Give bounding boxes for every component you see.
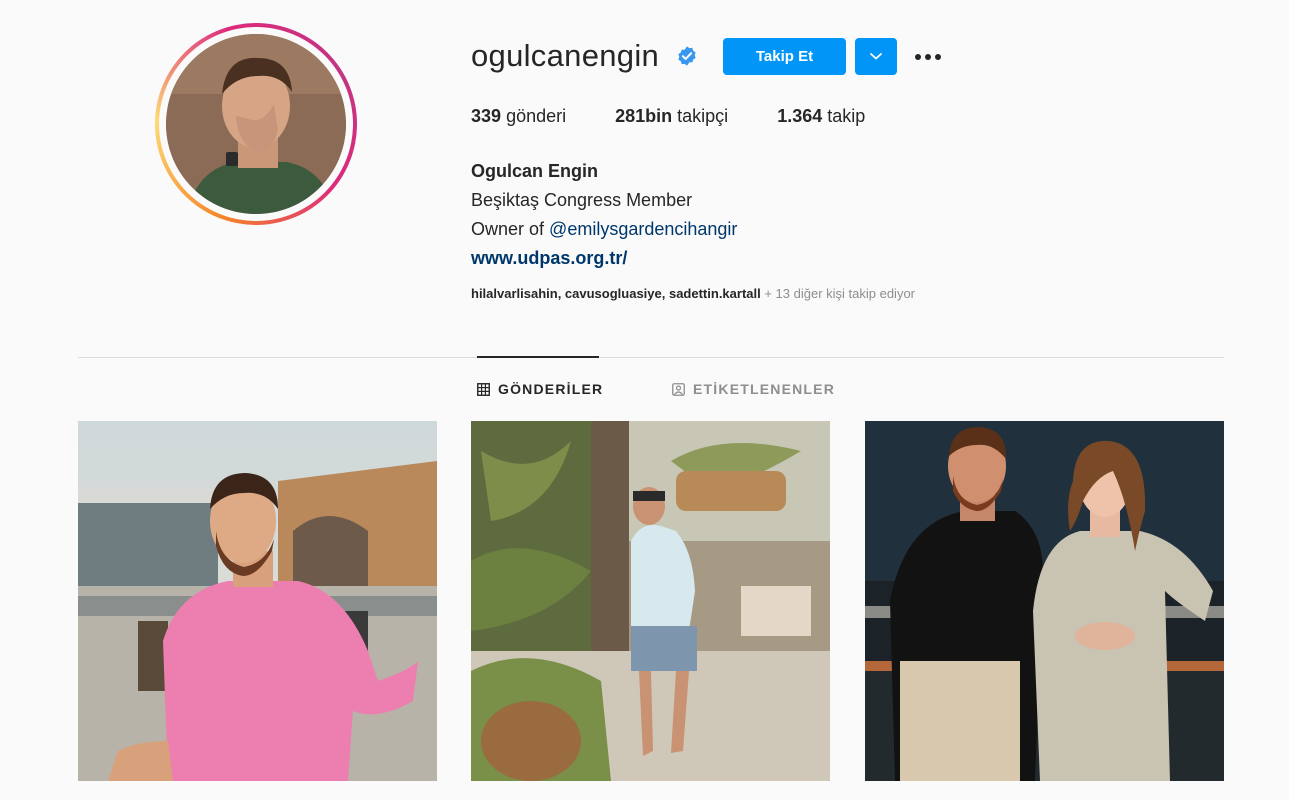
followed-by-names: hilalvarlisahin, cavusogluasiye, sadetti… xyxy=(471,286,761,301)
tab-tagged[interactable]: ETİKETLENENLER xyxy=(672,381,835,397)
active-tab-indicator xyxy=(477,356,599,358)
suggested-dropdown-button[interactable] xyxy=(855,38,897,75)
full-name: Ogulcan Engin xyxy=(471,161,599,181)
following-label: takip xyxy=(827,106,866,126)
grid-icon xyxy=(477,382,490,396)
bio: Ogulcan Engin Beşiktaş Congress Member O… xyxy=(471,157,737,273)
bio-line-2-prefix: Owner of xyxy=(471,219,545,239)
more-options-icon[interactable] xyxy=(912,44,944,70)
photo-man-palm-garden xyxy=(471,421,830,781)
follow-button[interactable]: Takip Et xyxy=(723,38,846,75)
following-stat[interactable]: 1.364 takip xyxy=(777,106,865,127)
avatar-gap xyxy=(159,27,353,221)
post-thumbnail-1[interactable] xyxy=(78,421,437,781)
photo-man-pink-shirt-restaurant xyxy=(78,421,437,781)
followed-by[interactable]: hilalvarlisahin, cavusogluasiye, sadetti… xyxy=(471,286,915,301)
tabs-divider xyxy=(78,357,1224,358)
tab-posts[interactable]: GÖNDERİLER xyxy=(477,381,603,397)
bio-mention-link[interactable]: @emilysgardencihangir xyxy=(549,219,737,239)
tab-tagged-label: ETİKETLENENLER xyxy=(693,381,836,397)
posts-label: gönderi xyxy=(506,106,567,126)
followers-count: 281bin xyxy=(615,106,673,126)
chevron-down-icon xyxy=(870,53,882,60)
following-count: 1.364 xyxy=(777,106,823,126)
posts-count: 339 xyxy=(471,106,502,126)
followers-label: takipçi xyxy=(677,106,729,126)
followed-by-more: + 13 diğer kişi takip ediyor xyxy=(760,286,916,301)
followers-stat[interactable]: 281bin takipçi xyxy=(615,106,728,127)
username: ogulcanengin xyxy=(471,38,660,73)
avatar[interactable] xyxy=(166,34,346,214)
profile-stats: 339 gönderi 281bin takipçi 1.364 takip xyxy=(471,106,914,127)
website-link[interactable]: www.udpas.org.tr/ xyxy=(471,244,737,273)
avatar-photo xyxy=(166,34,346,214)
bio-line-1: Beşiktaş Congress Member xyxy=(471,190,693,210)
post-thumbnail-2[interactable] xyxy=(471,421,830,781)
verified-badge-icon xyxy=(678,46,696,66)
photo-couple-night xyxy=(865,421,1224,781)
tagged-icon xyxy=(672,382,685,396)
tab-posts-label: GÖNDERİLER xyxy=(498,381,604,397)
story-ring[interactable] xyxy=(155,23,357,225)
bio-line-2: Owner of @emilysgardencihangir xyxy=(471,215,737,244)
post-thumbnail-3[interactable] xyxy=(865,421,1224,781)
posts-stat: 339 gönderi xyxy=(471,106,566,127)
